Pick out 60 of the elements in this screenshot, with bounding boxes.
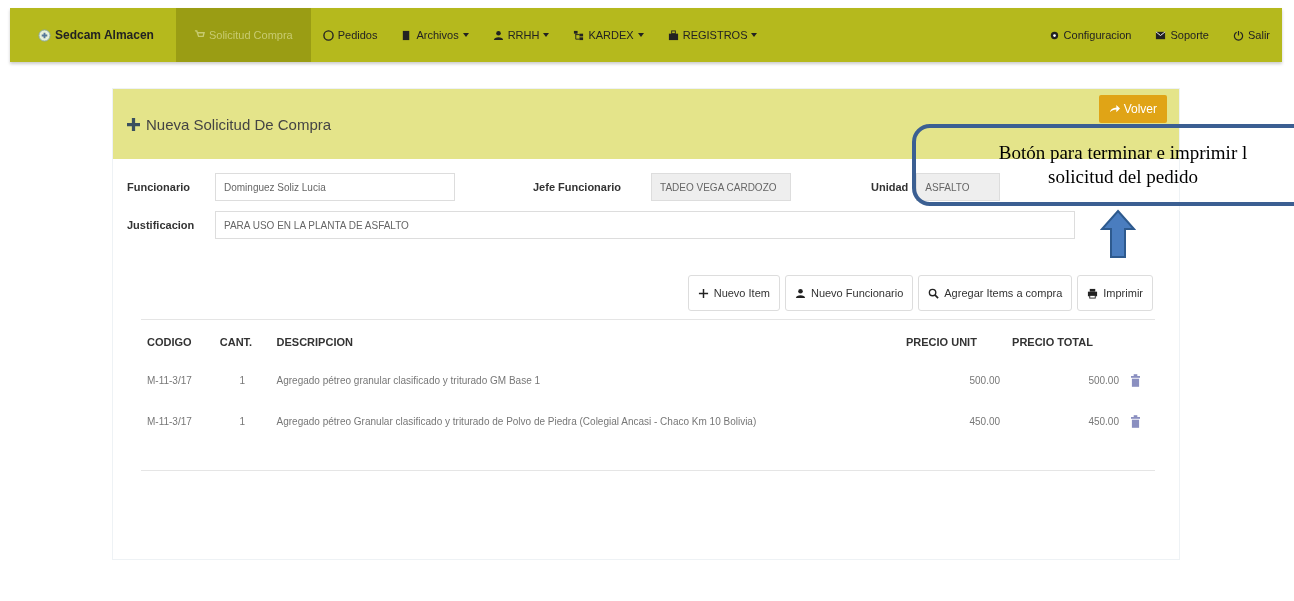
caret-icon [637, 33, 644, 37]
search-icon [928, 287, 940, 299]
plus-icon [697, 287, 709, 299]
field-label: Jefe Funcionario [533, 181, 622, 193]
caret-icon [462, 33, 469, 37]
nav-item[interactable]: KARDEX [561, 8, 656, 62]
printer-icon [1087, 287, 1099, 299]
action-button[interactable]: Imprimir [1077, 275, 1153, 311]
up-arrow-icon [1100, 208, 1136, 260]
input-field[interactable]: TADEO VEGA CARDOZO [651, 173, 792, 201]
field-label: Funcionario [127, 181, 191, 193]
caret-icon [751, 33, 758, 37]
table-cell-text: 1 [238, 374, 246, 388]
action-button[interactable]: Nuevo Item [687, 275, 780, 311]
panel-title: Nueva Solicitud De Compra [146, 115, 332, 133]
nav-item[interactable]: Soporte [1143, 8, 1221, 62]
user-icon [492, 29, 504, 41]
nav-item[interactable]: Salir [1221, 8, 1282, 62]
brand-link[interactable]: Sedcam Almacen [10, 8, 176, 62]
trash-icon[interactable] [1131, 374, 1140, 387]
action-button[interactable]: Nuevo Funcionario [784, 275, 914, 311]
column-header: DESCRIPCION [275, 335, 354, 350]
nav-item[interactable]: REGISTROS [655, 8, 770, 62]
caret-icon [543, 33, 550, 37]
envelope-icon [1155, 29, 1167, 41]
arrow-icon [1108, 103, 1120, 115]
field-label: Justificacion [127, 219, 196, 231]
column-header: CODIGO [146, 335, 193, 350]
column-header: PRECIO TOTAL [1011, 335, 1094, 350]
nav-item[interactable]: Archivos [389, 8, 481, 62]
power-icon [1233, 29, 1244, 41]
nav-item[interactable]: Pedidos [310, 8, 390, 62]
table-cell-text: 450.00 [1087, 415, 1120, 429]
column-header: CANT. [218, 335, 254, 350]
annotation-text: solicitud del pedido [1047, 165, 1198, 189]
table-cell-text: Agregado pétreo Granular clasificado y triturado de Polvo de Piedra (Colegial Ancasi - Chaco Km 10 Bolivia) [275, 415, 758, 429]
input-field[interactable]: PARA USO EN LA PLANTA DE ASFALTO [215, 211, 1075, 239]
trash-icon[interactable] [1131, 415, 1140, 428]
input-field[interactable]: ASFALTO [916, 173, 1001, 201]
nav-item[interactable]: RRHH [480, 8, 562, 62]
settings-icon [1048, 29, 1060, 41]
table-cell-text: 1 [238, 415, 246, 429]
briefcase-icon [667, 29, 679, 41]
table-cell-text: 500.00 [1087, 374, 1120, 388]
nav-item[interactable]: Configuracion [1036, 8, 1144, 62]
action-button[interactable]: Agregar Items a compra [918, 275, 1073, 311]
table-cell-text: Agregado pétreo granular clasificado y triturado GM Base 1 [275, 374, 542, 388]
table-cell-text: 500.00 [968, 374, 1002, 388]
column-header: PRECIO UNIT [904, 335, 978, 350]
logo-icon [38, 28, 51, 42]
table-cell-text: M-11-3/17 [146, 374, 193, 388]
plus-icon [127, 117, 140, 131]
hierarchy-icon [573, 29, 585, 41]
user-icon [794, 287, 806, 299]
input-field[interactable]: Dominguez Soliz Lucia [215, 173, 455, 201]
circle-icon [322, 29, 334, 41]
table-cell-text: M-11-3/17 [146, 415, 193, 429]
table-cell-text: 450.00 [968, 415, 1002, 429]
field-label: Unidad [871, 181, 909, 193]
annotation-text: Botón para terminar e imprimir l [997, 141, 1248, 165]
